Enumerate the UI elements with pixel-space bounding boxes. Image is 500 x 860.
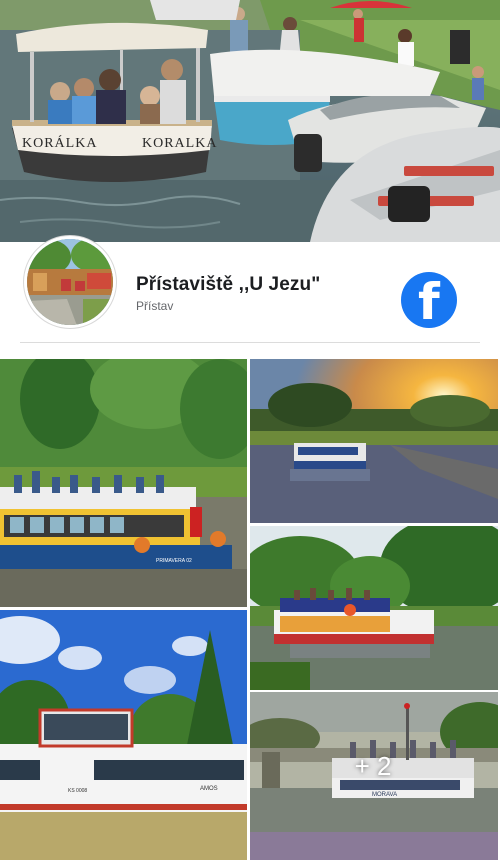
boat-label: AMOS <box>200 786 218 792</box>
photo-tile-5-more[interactable]: MORAVA + 2 <box>250 692 498 860</box>
page-avatar[interactable] <box>24 236 116 328</box>
boat-name-right: KORALKA <box>142 136 218 151</box>
more-photos-overlay[interactable]: + 2 <box>250 692 498 860</box>
page-category: Přístav <box>136 299 174 313</box>
facebook-logo-icon[interactable]: f <box>401 272 457 328</box>
photo-tile-4[interactable]: KS 0008 AMOS <box>0 610 247 860</box>
boat-registration: KS 0008 <box>68 788 88 794</box>
boat-label: PRIMAVERA 02 <box>156 558 192 564</box>
page-title[interactable]: Přístaviště ,,U Jezu" <box>136 274 320 296</box>
more-photos-count: + 2 <box>354 750 392 781</box>
photo-tile-2[interactable] <box>250 359 498 523</box>
boat-name-left: KORÁLKA <box>22 136 98 151</box>
photo-tile-1[interactable]: PRIMAVERA 02 <box>0 359 247 607</box>
divider <box>20 342 480 343</box>
facebook-f-glyph: f <box>418 273 440 328</box>
cover-photo[interactable]: KORÁLKA KORALKA <box>0 0 500 242</box>
photo-tile-3[interactable] <box>250 526 498 690</box>
